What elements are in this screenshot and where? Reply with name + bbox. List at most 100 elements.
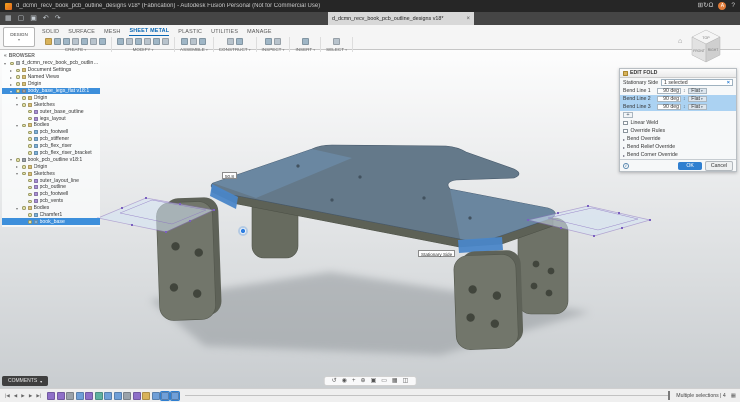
viewcube-cube[interactable]: TOP FRONT RIGHT xyxy=(684,26,728,72)
expand-caret-icon[interactable]: ▾ xyxy=(10,89,14,94)
tool-icon[interactable] xyxy=(90,38,97,45)
dialog-checkbox[interactable]: Override Rules xyxy=(620,127,736,135)
tool-icon[interactable] xyxy=(227,38,234,45)
ribbon-group-label[interactable]: SELECT xyxy=(326,47,347,52)
manipulator-point[interactable] xyxy=(240,228,245,233)
tool-icon[interactable] xyxy=(181,38,188,45)
visibility-icon[interactable] xyxy=(28,144,32,148)
tool-icon[interactable] xyxy=(190,38,197,45)
browser-row[interactable]: pcb_flex_riser_bracket xyxy=(2,150,100,157)
dimension-label[interactable]: 50.8 xyxy=(222,172,237,179)
ribbon-tab[interactable]: MESH xyxy=(104,29,120,36)
viewports-icon[interactable]: ◫ xyxy=(403,378,409,384)
bend-mode-dropdown[interactable]: Flat xyxy=(688,104,707,111)
visibility-icon[interactable] xyxy=(28,117,32,121)
visibility-icon[interactable] xyxy=(16,158,20,162)
comments-button[interactable]: COMMENTS xyxy=(2,376,48,386)
viewcube[interactable]: ⌂ TOP FRONT RIGHT xyxy=(678,26,736,72)
ribbon-tab[interactable]: PLASTIC xyxy=(178,29,202,36)
browser-row[interactable]: outer_layout_line xyxy=(2,177,100,184)
expand-caret-icon[interactable]: ▸ xyxy=(16,164,20,169)
visibility-icon[interactable] xyxy=(22,172,26,176)
tool-icon[interactable] xyxy=(126,38,133,45)
bend-angle-input[interactable]: 90 deg xyxy=(657,96,681,103)
expand-caret-icon[interactable]: ▾ xyxy=(16,206,20,211)
expand-caret-icon[interactable]: ▾ xyxy=(10,157,14,162)
browser-row[interactable]: pcb_flex_riser xyxy=(2,143,100,150)
timeline-feature-icon[interactable] xyxy=(171,392,179,400)
expand-caret-icon[interactable]: ▾ xyxy=(16,171,20,176)
timeline-feature-icon[interactable] xyxy=(133,392,141,400)
browser-row[interactable]: ▸ Origin xyxy=(2,163,100,170)
look-at-icon[interactable]: ◉ xyxy=(342,378,347,384)
orbit-icon[interactable]: ↺ xyxy=(332,378,337,384)
ribbon-group-label[interactable]: INSERT xyxy=(295,47,315,52)
expand-caret-icon[interactable]: ▸ xyxy=(10,68,14,73)
expand-caret-icon[interactable]: ▾ xyxy=(4,61,8,66)
dialog-section-header[interactable]: Bend Override xyxy=(620,135,736,143)
data-panel-icon[interactable]: ▦ xyxy=(5,15,12,22)
visibility-icon[interactable] xyxy=(10,62,14,66)
angle-stepper-icon[interactable]: ↕ xyxy=(683,96,686,102)
timeline-step-forward-button[interactable]: ▶ xyxy=(28,393,34,399)
dialog-section-header[interactable]: Bend Corner Override xyxy=(620,151,736,159)
tool-icon[interactable] xyxy=(265,38,272,45)
browser-row[interactable]: pcb_footwell xyxy=(2,129,100,136)
close-tab-icon[interactable]: × xyxy=(466,16,470,22)
visibility-icon[interactable] xyxy=(28,186,32,190)
visibility-icon[interactable] xyxy=(28,110,32,114)
expand-caret-icon[interactable]: ▸ xyxy=(16,95,20,100)
browser-row[interactable]: pcb_vents xyxy=(2,198,100,205)
timeline-go-end-button[interactable]: ▶| xyxy=(35,393,42,399)
visibility-icon[interactable] xyxy=(28,151,32,155)
document-tab[interactable]: d_dcmn_recv_book_pcb_outline_designs v18… xyxy=(328,12,474,25)
timeline-feature-icon[interactable] xyxy=(123,392,131,400)
ribbon-group-label[interactable]: INSPECT xyxy=(262,47,285,52)
browser-row[interactable]: legs_layout xyxy=(2,115,100,122)
timeline-feature-icon[interactable] xyxy=(47,392,55,400)
tool-icon[interactable] xyxy=(117,38,124,45)
notifications-icon[interactable]: Ω xyxy=(709,2,714,9)
fit-icon[interactable]: ▣ xyxy=(371,378,377,384)
timeline-feature-icon[interactable] xyxy=(161,392,169,400)
tool-icon[interactable] xyxy=(81,38,88,45)
visibility-icon[interactable] xyxy=(16,75,20,79)
info-icon[interactable]: i xyxy=(623,163,629,169)
layout-grid-icon[interactable]: ▦ xyxy=(731,393,736,399)
timeline-feature-icon[interactable] xyxy=(85,392,93,400)
tool-icon[interactable] xyxy=(333,38,340,45)
ok-button[interactable]: OK xyxy=(678,162,702,170)
tool-icon[interactable] xyxy=(54,38,61,45)
browser-row[interactable]: Chamfer1 xyxy=(2,212,100,219)
ribbon-group-label[interactable]: CONSTRUCT xyxy=(219,47,251,52)
checkbox-box[interactable] xyxy=(623,121,628,126)
Bend Line 3[interactable]: Bend Line 3 90 deg ↕ Flat xyxy=(620,103,736,111)
ribbon-group-label[interactable]: MODIFY xyxy=(133,47,154,52)
bend-mode-dropdown[interactable]: Flat xyxy=(688,88,707,95)
browser-row[interactable]: pcb_footwell xyxy=(2,191,100,198)
visibility-icon[interactable] xyxy=(28,200,32,204)
visibility-icon[interactable] xyxy=(22,103,26,107)
visibility-icon[interactable] xyxy=(16,69,20,73)
dialog-section-header[interactable]: Bend Relief Override xyxy=(620,143,736,151)
display-settings-icon[interactable]: ▭ xyxy=(381,378,387,384)
ribbon-group-label[interactable]: CREATE xyxy=(65,47,86,52)
timeline-step-back-button[interactable]: ◀ xyxy=(13,393,19,399)
browser-row[interactable]: ▾ Sketches xyxy=(2,101,100,108)
model-leg-front-right[interactable] xyxy=(453,250,523,350)
visibility-icon[interactable] xyxy=(28,137,32,141)
browser-row[interactable]: ▾ d_dcmn_recv_book_pcb_outline_designs v… xyxy=(2,60,100,67)
timeline-feature-icon[interactable] xyxy=(57,392,65,400)
browser-row[interactable]: ▸ Origin xyxy=(2,94,100,101)
zoom-icon[interactable]: ⊕ xyxy=(361,378,366,384)
timeline-feature-icon[interactable] xyxy=(152,392,160,400)
stationary-side-selection[interactable]: 1 selected × xyxy=(661,79,733,86)
ribbon-tab[interactable]: MANAGE xyxy=(247,29,272,36)
browser-row[interactable]: pcb_stiffener xyxy=(2,136,100,143)
tool-icon[interactable] xyxy=(199,38,206,45)
expand-caret-icon[interactable]: ▸ xyxy=(10,75,14,80)
tool-icon[interactable] xyxy=(153,38,160,45)
timeline-feature-icon[interactable] xyxy=(95,392,103,400)
browser-row[interactable]: ▾ Bodies xyxy=(2,122,100,129)
visibility-icon[interactable] xyxy=(22,165,26,169)
